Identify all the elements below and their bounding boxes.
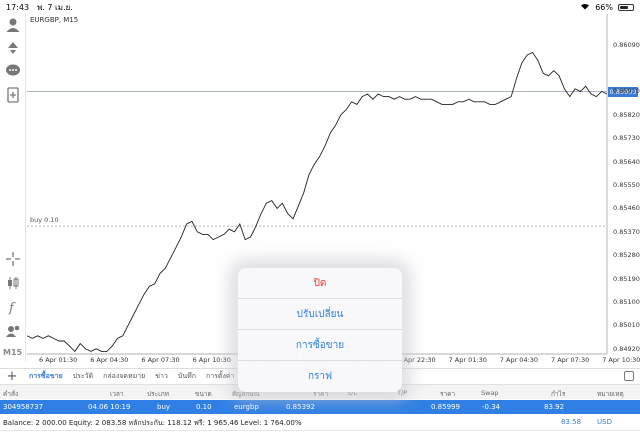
chart-symbol: EURGBP, M15 [30, 16, 79, 24]
y-tick-label: 0.86090 [613, 40, 640, 49]
tab-history[interactable]: ประวัติ [68, 371, 98, 382]
y-tick-label: 0.84920 [613, 344, 640, 353]
cell-time: 04.06 10:19 [88, 403, 131, 411]
y-tick-label: 0.85100 [613, 298, 640, 306]
left-toolbar: f M15 [0, 14, 26, 362]
status-date: พ. 7 เม.ย. [37, 2, 73, 12]
col-comment: หมายเหตุ [597, 390, 624, 398]
chart-button[interactable]: กราฟ [238, 361, 402, 392]
cell-order: 304958737 [3, 403, 44, 411]
status-time: 17:43 [6, 2, 30, 12]
cell-open-price: 0.85392 [286, 403, 315, 411]
trade-button[interactable]: การซื้อขาย [238, 330, 402, 361]
x-tick-label: 6 Apr 04:30 [90, 356, 129, 364]
expand-panel-icon[interactable] [624, 371, 634, 381]
cell-current-price: 0.85999 [431, 403, 460, 411]
cell-size: 0.10 [196, 403, 212, 411]
table-row[interactable]: 304958737 04.06 10:19 buy 0.10 eurgbp 0.… [0, 400, 640, 414]
col-swap: Swap [481, 389, 499, 397]
col-profit: กำไร [551, 390, 566, 398]
account-icon[interactable] [4, 16, 22, 34]
x-tick-label: 7 Apr 07:30 [551, 356, 590, 364]
bottom-area [0, 431, 640, 447]
tab-journal[interactable]: บันทึก [173, 371, 201, 382]
cell-symbol: eurgbp [234, 403, 259, 411]
order-action-sheet: ปิด ปรับเปลี่ยน การซื้อขาย กราฟ [238, 268, 402, 392]
cell-profit: 83.92 [544, 403, 565, 411]
wifi-icon [580, 2, 590, 12]
currency-label: USD [597, 418, 612, 426]
add-icon[interactable]: + [0, 369, 24, 384]
x-tick-label: 6 Apr 01:30 [39, 356, 78, 364]
cell-type: buy [157, 403, 171, 411]
col-order: คำสั่ง [3, 390, 19, 398]
tab-mailbox[interactable]: กล่องจดหมาย [98, 371, 150, 382]
y-tick-label: 0.85730 [613, 134, 640, 143]
x-tick-label: 7 Apr 04:30 [499, 356, 539, 364]
svg-text:f: f [8, 301, 16, 315]
y-tick-label: 0.85910 [613, 87, 640, 96]
indicator-function-icon[interactable]: f [4, 298, 22, 316]
crosshair-icon[interactable] [4, 250, 22, 268]
col-current-price: ราคา [440, 390, 456, 398]
x-tick-label: 7 Apr 10:30 [602, 356, 640, 364]
balance-bar: Balance: 2 000.00 Equity: 2 083.58 หลักป… [0, 414, 640, 431]
close-order-button[interactable]: ปิด [238, 268, 402, 299]
x-tick-label: 6 Apr 10:30 [192, 356, 231, 364]
x-tick-label: 6 Apr 22:30 [397, 356, 436, 364]
status-bar: 17:43 พ. 7 เม.ย. 66% [0, 0, 640, 14]
tab-settings[interactable]: การตั้งค่า [201, 371, 240, 382]
y-tick-label: 0.85370 [613, 227, 640, 236]
y-tick-label: 0.85820 [613, 110, 640, 119]
buy-order-label: buy 0.10 [30, 216, 59, 225]
y-tick-label: 0.85190 [613, 274, 640, 283]
col-type: ประเภท [147, 390, 169, 398]
total-profit: 83.58 [561, 418, 582, 426]
y-tick-label: 0.85550 [613, 181, 640, 189]
y-tick-label: 0.85010 [613, 321, 640, 330]
x-tick-label: 7 Apr 01:30 [448, 356, 487, 364]
candlestick-icon[interactable] [4, 274, 22, 292]
x-tick-label: 6 Apr 07:30 [141, 356, 180, 364]
cell-swap: -0.34 [482, 403, 501, 411]
battery-percent: 66% [595, 2, 613, 12]
tab-news[interactable]: ข่าว [150, 371, 173, 382]
col-size: ขนาด [195, 390, 212, 398]
y-tick-label: 0.85640 [613, 157, 640, 166]
y-tick-label: 0.85460 [613, 204, 640, 213]
col-time: เวลา [110, 390, 124, 398]
battery-icon [618, 3, 634, 11]
trade-arrows-icon[interactable] [4, 38, 22, 56]
timeframe-button[interactable]: M15 [3, 348, 22, 357]
tab-trade[interactable]: การซื้อขาย [24, 371, 68, 382]
objects-icon[interactable] [4, 322, 22, 340]
chat-icon[interactable] [4, 62, 22, 80]
new-document-icon[interactable] [4, 86, 22, 104]
balance-summary: Balance: 2 000.00 Equity: 2 083.58 หลักป… [3, 419, 302, 427]
y-tick-label: 0.85280 [613, 251, 640, 260]
modify-order-button[interactable]: ปรับเปลี่ยน [238, 299, 402, 330]
